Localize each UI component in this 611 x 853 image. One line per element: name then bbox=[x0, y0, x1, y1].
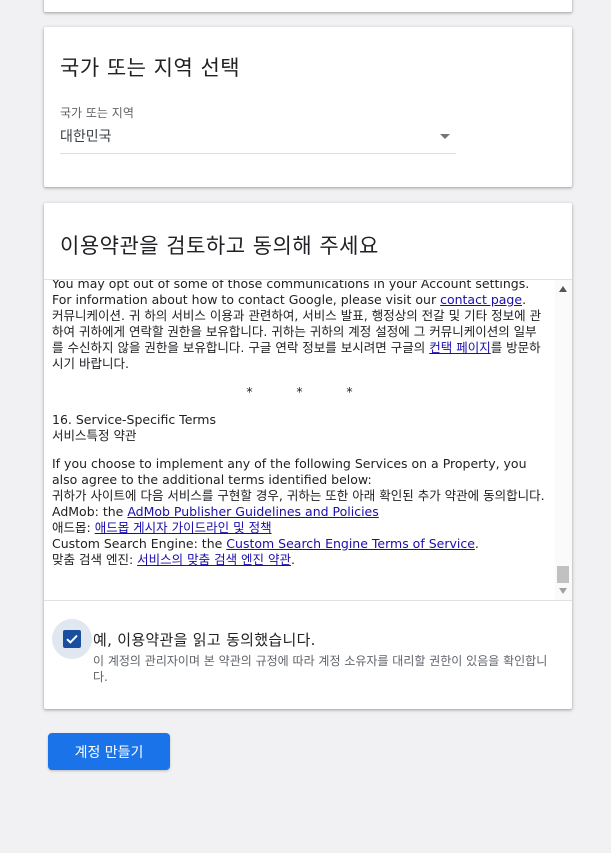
scroll-down-arrow-icon[interactable] bbox=[559, 588, 567, 594]
terms-paragraph: You may opt out of some of those communi… bbox=[52, 279, 542, 371]
section-divider: * * * bbox=[246, 384, 353, 399]
country-field-label: 국가 또는 지역 bbox=[60, 106, 134, 120]
country-select-value: 대한민국 bbox=[60, 129, 112, 145]
scroll-up-arrow-icon[interactable] bbox=[559, 286, 567, 292]
terms-scroll-box[interactable]: You may opt out of some of those communi… bbox=[44, 279, 572, 601]
agree-checkbox-row: 예, 이용약관을 읽고 동의했습니다. 이 계정의 관리자이며 본 약관의 규정… bbox=[52, 619, 564, 689]
terms-scrollbar[interactable] bbox=[555, 280, 572, 600]
terms-section-heading: 16. Service-Specific Terms 서비스특정 약관 bbox=[52, 412, 216, 443]
cse-terms-link-ko[interactable]: 서비스의 맞춤 검색 엔진 약관 bbox=[137, 552, 291, 567]
country-select[interactable]: 대한민국 bbox=[60, 122, 456, 154]
terms-section-title: 이용약관을 검토하고 동의해 주세요 bbox=[60, 234, 379, 258]
checkbox-checked-icon bbox=[63, 630, 81, 648]
terms-content: You may opt out of some of those communi… bbox=[52, 279, 547, 568]
previous-section-card bbox=[44, 0, 572, 12]
checkmark-icon bbox=[66, 634, 78, 644]
admob-policies-link[interactable]: AdMob Publisher Guidelines and Policies bbox=[127, 504, 378, 519]
contact-page-link[interactable]: contact page bbox=[440, 292, 522, 307]
terms-section-card: 이용약관을 검토하고 동의해 주세요 You may opt out of so… bbox=[44, 203, 572, 709]
country-section-title: 국가 또는 지역 선택 bbox=[60, 56, 241, 80]
admob-policies-link-ko[interactable]: 애드몹 게시자 가이드라인 및 정책 bbox=[95, 520, 272, 535]
create-account-button[interactable]: 계정 만들기 bbox=[48, 733, 170, 770]
agree-label[interactable]: 예, 이용약관을 읽고 동의했습니다. bbox=[93, 629, 316, 650]
contact-page-link-ko[interactable]: 컨택 페이지 bbox=[429, 340, 490, 355]
agree-description: 이 계정의 관리자이며 본 약관의 규정에 따라 계정 소유자를 대리할 권한이… bbox=[93, 654, 548, 684]
dropdown-arrow-icon bbox=[440, 134, 450, 139]
country-section-card: 국가 또는 지역 선택 국가 또는 지역 대한민국 bbox=[44, 27, 572, 187]
terms-paragraph: If you choose to implement any of the fo… bbox=[52, 456, 545, 567]
scrollbar-thumb[interactable] bbox=[557, 566, 569, 583]
agree-checkbox[interactable] bbox=[52, 619, 92, 659]
cse-terms-link[interactable]: Custom Search Engine Terms of Service bbox=[226, 536, 475, 551]
